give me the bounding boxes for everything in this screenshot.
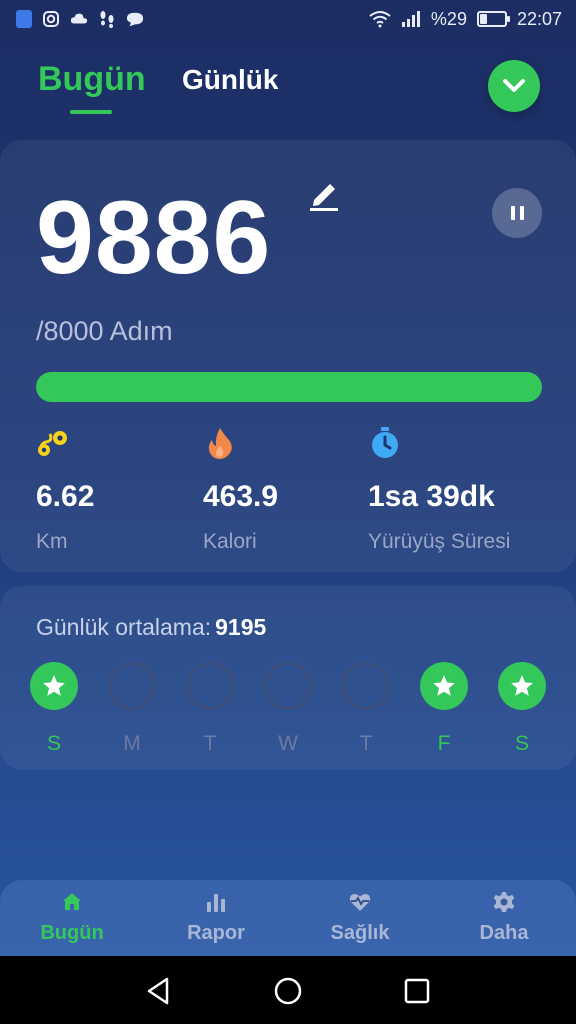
signal-icon [401, 11, 420, 27]
nav-report-label: Rapor [187, 922, 245, 944]
week-day: M [108, 662, 156, 755]
nav-today-label: Bugün [40, 922, 104, 944]
pause-button[interactable] [492, 188, 542, 238]
week-day-label: T [203, 732, 217, 755]
stat-calories: 463.9 Kalori [203, 426, 278, 553]
day-goal-missed-badge [108, 662, 156, 710]
week-day-label: T [359, 732, 373, 755]
status-left-icons [16, 10, 144, 28]
day-goal-missed-badge [186, 662, 234, 710]
star-icon [511, 675, 533, 696]
gear-icon [493, 892, 515, 912]
stat-walk-time: 1sa 39dk Yürüyüş Süresi [368, 426, 510, 553]
battery-icon [476, 11, 510, 27]
distance-label: Km [36, 530, 68, 553]
recents-icon[interactable] [402, 976, 432, 1006]
week-day: T [186, 662, 234, 755]
week-day: F [420, 662, 468, 755]
cloud-icon [70, 13, 88, 24]
distance-value: 6.62 [36, 480, 95, 513]
stopwatch-icon [372, 427, 398, 458]
daily-average: Günlük ortalama: 9195 [36, 614, 266, 641]
week-day-label: M [123, 732, 141, 755]
home-icon [63, 893, 81, 910]
week-day: W [264, 662, 312, 755]
week-day-label: S [514, 732, 529, 755]
nav-more[interactable]: Daha [444, 890, 564, 945]
week-day: S [30, 662, 78, 755]
footsteps-icon [100, 11, 114, 28]
stat-distance: 6.62 Km [36, 426, 94, 553]
pause-icon-bar [519, 206, 524, 220]
daily-average-value: 9195 [215, 614, 267, 640]
nav-report[interactable]: Rapor [156, 890, 276, 945]
nav-health-label: Sağlık [330, 922, 390, 944]
pause-icon [510, 206, 515, 220]
status-right-icons: %29 22:07 [369, 9, 562, 30]
status-bar: %29 22:07 [0, 0, 576, 38]
walk-time-value: 1sa 39dk [368, 480, 495, 513]
home-circle-icon[interactable] [273, 976, 303, 1006]
step-progress-bar [36, 372, 542, 402]
bottom-nav: Bugün Rapor Sağlık Daha [0, 880, 576, 956]
bar-chart-icon [207, 894, 225, 912]
tab-daily[interactable]: Günlük [182, 64, 278, 96]
nav-today[interactable]: Bugün [12, 890, 132, 945]
battery-percent: %29 [430, 8, 467, 29]
stats-row: 6.62 Km 463.9 Kalori 1sa 39dk Yürüyüş Sü… [0, 426, 576, 556]
calories-label: Kalori [203, 530, 257, 553]
back-icon[interactable] [144, 976, 174, 1006]
daily-average-label: Günlük ortalama: [36, 614, 212, 640]
tab-today[interactable]: Bugün [38, 60, 146, 99]
nav-health[interactable]: Sağlık [300, 890, 420, 945]
calories-value: 463.9 [203, 480, 279, 513]
step-count: 9886 [36, 180, 272, 296]
battery-fill [479, 14, 487, 24]
week-day: S [498, 662, 546, 755]
day-goal-met-badge [498, 662, 546, 710]
heart-pulse-icon [349, 893, 371, 911]
weekly-card: Günlük ortalama: 9195 S M T W T F S [0, 586, 576, 770]
step-goal: /8000 Adım [36, 316, 173, 346]
day-goal-missed-badge [342, 662, 390, 710]
chevron-down-icon [503, 79, 525, 92]
week-day-label: F [437, 732, 451, 755]
dropdown-button[interactable] [488, 60, 540, 112]
star-icon [43, 675, 65, 696]
step-card: 9886 /8000 Adım 6.62 Km 463.9 Kalori 1sa… [0, 140, 576, 572]
distance-icon [38, 431, 67, 456]
step-progress-fill [36, 372, 542, 402]
chat-icon [126, 12, 144, 27]
day-goal-met-badge [30, 662, 78, 710]
walk-time-label: Yürüyüş Süresi [368, 530, 511, 553]
week-day-label: W [278, 732, 298, 755]
week-day-label: S [46, 732, 61, 755]
active-tab-indicator [70, 110, 112, 114]
star-icon [433, 675, 455, 696]
wifi-icon [369, 11, 391, 28]
system-nav-bar [0, 956, 576, 1024]
instagram-icon [43, 11, 59, 27]
clock: 22:07 [516, 8, 562, 29]
edit-icon[interactable] [308, 176, 340, 212]
week-day: T [342, 662, 390, 755]
header: Bugün Günlük [0, 50, 576, 120]
shield-icon [16, 10, 32, 28]
nav-more-label: Daha [479, 922, 529, 944]
day-goal-met-badge [420, 662, 468, 710]
flame-icon [208, 428, 232, 459]
day-goal-missed-badge [264, 662, 312, 710]
